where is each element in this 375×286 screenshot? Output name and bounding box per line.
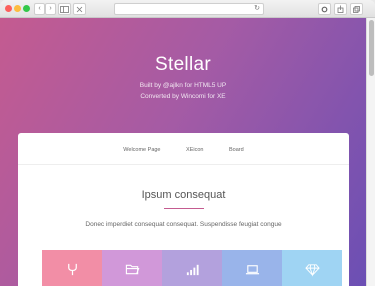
forward-button[interactable]: › [45, 3, 56, 15]
icon-tiles [42, 250, 342, 286]
laptop-icon [245, 264, 259, 274]
nav-item-board[interactable]: Board [229, 147, 244, 153]
title-underline [164, 208, 204, 209]
browser-window: ‹ › ↻ Stellar Built by @ajlkn for HTML5 … [0, 0, 375, 286]
nav-item-welcome[interactable]: Welcome Page [123, 147, 160, 153]
reload-icon[interactable]: ↻ [254, 4, 260, 14]
hero-converted-line: Converted by Wincomi for XE [140, 93, 226, 100]
extension-icon[interactable] [73, 3, 86, 15]
fork-icon [67, 263, 77, 275]
address-bar[interactable]: ↻ [114, 3, 264, 15]
sidebar-toggle-icon[interactable] [58, 3, 71, 15]
diamond-icon [304, 263, 320, 277]
page-scrollbar[interactable] [366, 18, 375, 286]
nav-divider [18, 164, 349, 165]
browser-toolbar: ‹ › ↻ [0, 0, 375, 18]
nav-item-xeicon[interactable]: XEicon [186, 147, 203, 153]
page-content: Stellar Built by @ajlkn for HTML5 UP Con… [0, 18, 366, 286]
tile-laptop[interactable] [222, 250, 282, 286]
zoom-window-button[interactable] [23, 5, 30, 12]
main-nav: Welcome Page XEicon Board [18, 147, 349, 153]
site-title: Stellar [155, 54, 211, 75]
tile-folder[interactable] [102, 250, 162, 286]
settings-icon[interactable] [318, 3, 331, 15]
close-window-button[interactable] [5, 5, 12, 12]
tile-fork[interactable] [42, 250, 102, 286]
folder-icon [125, 264, 139, 274]
minimize-window-button[interactable] [14, 5, 21, 12]
tile-diamond[interactable] [282, 250, 342, 286]
signal-bars-icon [186, 264, 199, 275]
hero-credit-line: Built by @ajlkn for HTML5 UP [139, 82, 227, 89]
section-title: Ipsum consequat [141, 189, 226, 201]
scrollbar-thumb[interactable] [369, 20, 374, 76]
section-description: Donec imperdiet consequat consequat. Sus… [85, 221, 282, 228]
share-icon[interactable] [334, 3, 347, 15]
tabs-icon[interactable] [350, 3, 363, 15]
main-card: Welcome Page XEicon Board Ipsum consequa… [18, 133, 349, 286]
back-button[interactable]: ‹ [34, 3, 45, 15]
tile-signal[interactable] [162, 250, 222, 286]
